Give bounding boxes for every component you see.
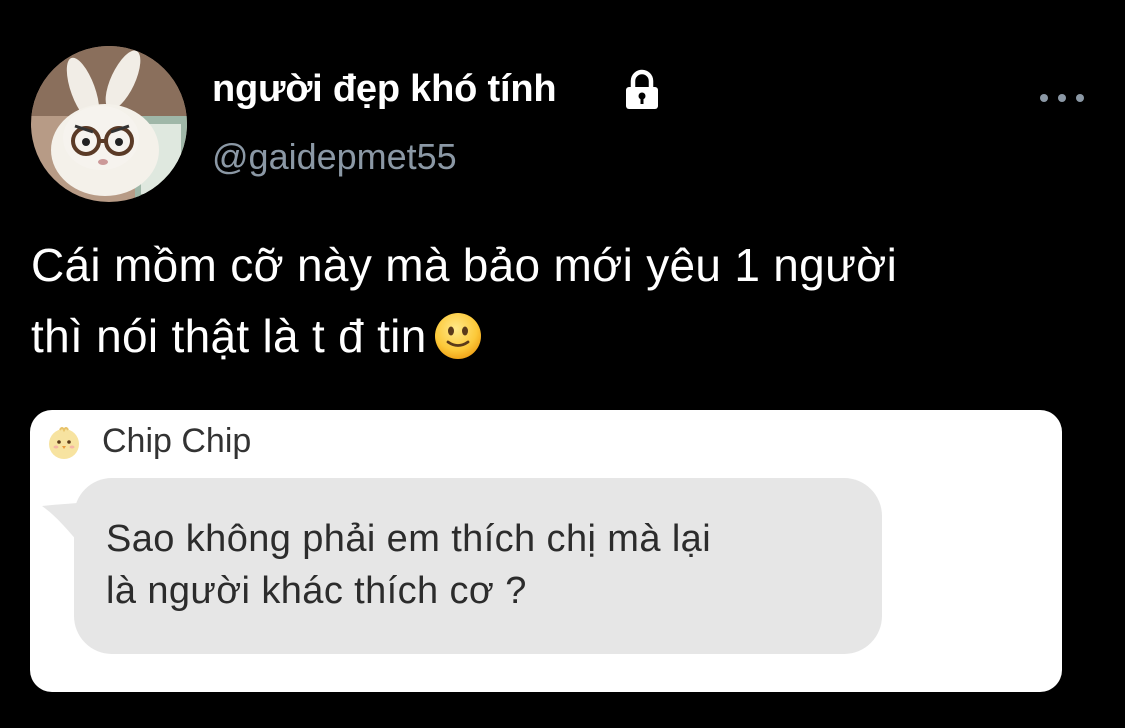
author-avatar[interactable] (31, 46, 187, 202)
tweet-text-line-1: Cái mồm cỡ này mà bảo mới yêu 1 người (31, 239, 898, 291)
tweet-text: Cái mồm cỡ này mà bảo mới yêu 1 người th… (31, 230, 1091, 372)
message-line-2: là người khác thích cơ ? (106, 570, 527, 612)
author-handle[interactable]: @gaidepmet55 (212, 136, 457, 178)
ellipsis-dot (1058, 94, 1066, 102)
message-text: Sao không phải em thích chị mà lại là ng… (106, 513, 876, 617)
slightly-smiling-face-emoji-icon (434, 313, 481, 359)
chick-avatar-icon (49, 427, 79, 459)
message-line-1: Sao không phải em thích chị mà lại (106, 518, 712, 560)
ellipsis-dot (1040, 94, 1048, 102)
author-display-name[interactable]: người đẹp khó tính (212, 68, 557, 111)
ellipsis-icon[interactable] (1040, 86, 1084, 110)
plush-bunny-with-glasses-avatar-icon (31, 46, 187, 202)
attached-message-screenshot[interactable]: Chip Chip Sao không phải em thích chị mà… (30, 410, 1062, 692)
ellipsis-dot (1076, 94, 1084, 102)
sender-name: Chip Chip (102, 422, 252, 460)
tweet-text-line-2: thì nói thật là t đ tin (31, 301, 1091, 372)
tweet-text-line-2-content: thì nói thật là t đ tin (31, 310, 427, 362)
lock-icon (620, 68, 664, 112)
